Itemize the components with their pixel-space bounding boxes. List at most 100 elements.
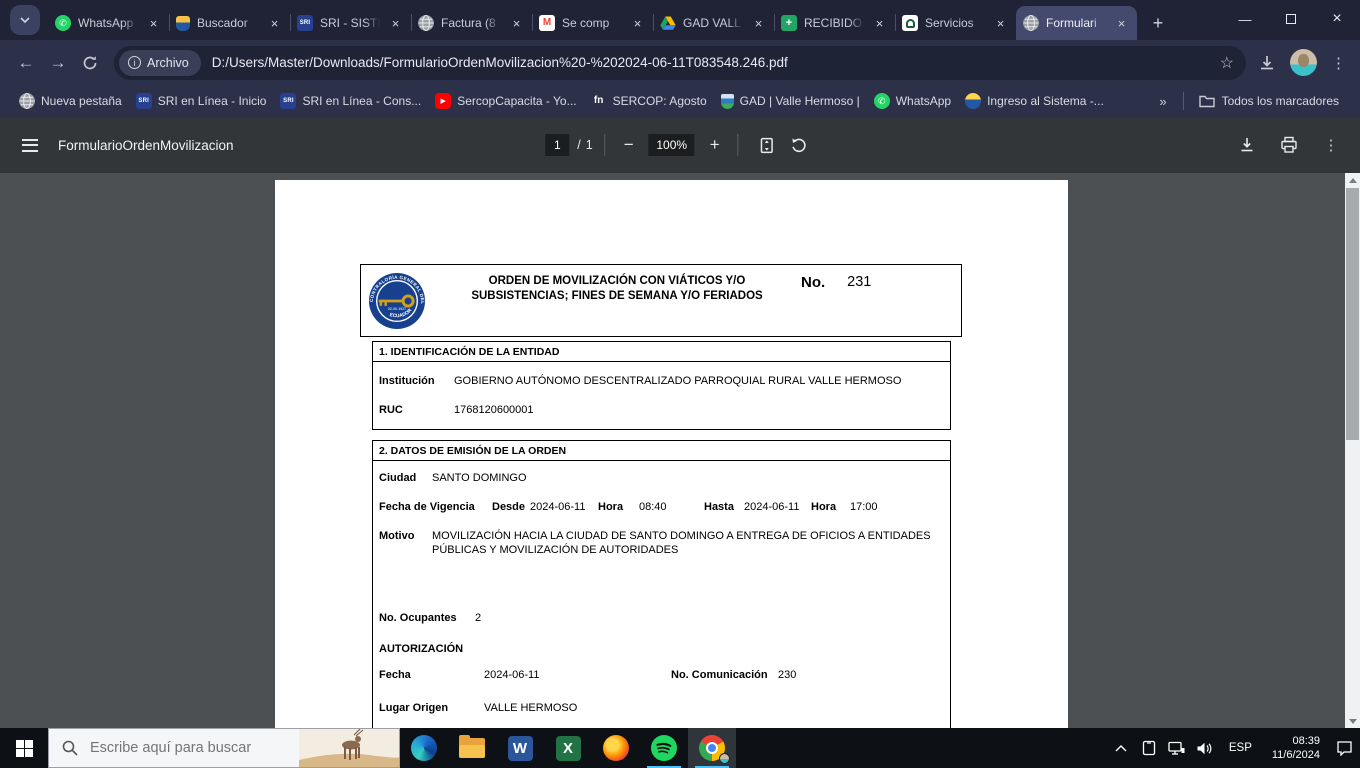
bookmark-sercop-agosto[interactable]: fn SERCOP: Agosto	[584, 90, 714, 112]
bookmark-gad-valle-hermoso[interactable]: GAD | Valle Hermoso |	[714, 91, 867, 112]
rotate-button[interactable]	[783, 137, 815, 154]
pdf-more-options-icon[interactable]: ⋮	[1314, 128, 1348, 162]
reload-button[interactable]	[74, 47, 106, 79]
taskbar-chrome-active[interactable]	[688, 728, 736, 768]
tab-label: SRI - SISTE	[320, 16, 380, 30]
pdf-menu-icon[interactable]	[22, 139, 38, 152]
taskbar-firefox[interactable]	[592, 728, 640, 768]
all-bookmarks-button[interactable]: Todos los marcadores	[1190, 91, 1348, 111]
tab-close-icon[interactable]: ×	[992, 15, 1009, 32]
action-center-button[interactable]	[1332, 728, 1356, 768]
tray-network-icon[interactable]	[1165, 728, 1189, 768]
tab-close-icon[interactable]: ×	[871, 15, 888, 32]
tab-close-icon[interactable]: ×	[387, 15, 404, 32]
bookmarks-overflow-chevron[interactable]: »	[1149, 94, 1176, 109]
gmail-icon: M	[539, 15, 555, 31]
clock[interactable]: 08:39 11/6/2024	[1264, 734, 1328, 762]
tab-close-icon[interactable]: ×	[1113, 15, 1130, 32]
tab-whatsapp[interactable]: ✆ WhatsApp ×	[48, 6, 169, 40]
taskbar-search[interactable]	[48, 728, 400, 768]
downloads-icon[interactable]	[1258, 54, 1276, 72]
bookmark-nueva-pestana[interactable]: Nueva pestaña	[12, 90, 129, 112]
windows-taskbar: W X ESP 08:39 11/6/2024	[0, 728, 1360, 768]
reload-icon	[82, 55, 98, 71]
clock-time: 08:39	[1272, 734, 1320, 748]
youtube-icon: ▶	[435, 93, 451, 109]
taskbar-excel[interactable]: X	[544, 728, 592, 768]
tab-servicios[interactable]: Servicios ×	[895, 6, 1016, 40]
tab-close-icon[interactable]: ×	[266, 15, 283, 32]
bookmark-sri-consultas[interactable]: SRI SRI en Línea - Cons...	[273, 90, 428, 112]
taskbar-spotify[interactable]	[640, 728, 688, 768]
tray-device-icon[interactable]	[1137, 728, 1161, 768]
forward-button[interactable]: →	[42, 47, 74, 79]
scroll-up-arrow[interactable]	[1345, 173, 1360, 187]
bookmarks-bar: Nueva pestaña SRI SRI en Línea - Inicio …	[0, 85, 1360, 117]
ruc-label: RUC	[379, 404, 403, 417]
file-scheme-chip[interactable]: i Archivo	[119, 50, 201, 76]
tab-close-icon[interactable]: ×	[629, 15, 646, 32]
tray-volume-icon[interactable]	[1193, 728, 1217, 768]
taskbar-word[interactable]: W	[496, 728, 544, 768]
tab-sri-sistema[interactable]: SRI SRI - SISTE ×	[290, 6, 411, 40]
tab-search-button[interactable]	[10, 5, 40, 35]
motivo-value: MOVILIZACIÓN HACIA LA CIUDAD DE SANTO DO…	[432, 530, 932, 558]
maximize-button[interactable]	[1268, 0, 1314, 38]
tab-recibido[interactable]: + RECIBIDO ×	[774, 6, 895, 40]
bookmark-sri-inicio[interactable]: SRI SRI en Línea - Inicio	[129, 90, 274, 112]
language-indicator[interactable]: ESP	[1221, 742, 1260, 754]
tab-close-icon[interactable]: ×	[750, 15, 767, 32]
ocupantes-label: No. Ocupantes	[379, 612, 457, 625]
vertical-scrollbar[interactable]	[1345, 173, 1360, 728]
tab-gad-drive[interactable]: GAD VALL ×	[653, 6, 774, 40]
hora-hasta-value: 17:00	[850, 501, 878, 514]
fecha-value: 2024-06-11	[484, 669, 539, 682]
doc-section-datos-emision: 2. DATOS DE EMISIÓN DE LA ORDEN Ciudad S…	[372, 440, 951, 728]
page-number-input[interactable]	[545, 134, 569, 156]
close-window-button[interactable]: ×	[1314, 0, 1360, 38]
institucion-value: GOBIERNO AUTÓNOMO DESCENTRALIZADO PARROQ…	[454, 375, 901, 388]
pdf-download-button[interactable]	[1230, 128, 1264, 162]
search-input[interactable]	[90, 740, 300, 756]
bookmark-whatsapp[interactable]: ✆ WhatsApp	[867, 90, 958, 112]
back-button[interactable]: ←	[10, 47, 42, 79]
word-icon: W	[508, 736, 533, 761]
pdf-toolbar: FormularioOrdenMovilizacion / 1 − 100% +…	[0, 117, 1360, 173]
start-button[interactable]	[0, 728, 48, 768]
scroll-down-arrow[interactable]	[1345, 714, 1360, 728]
gad-crest-icon	[721, 94, 734, 109]
browser-menu-icon[interactable]: ⋮	[1331, 54, 1346, 72]
tab-close-icon[interactable]: ×	[508, 15, 525, 32]
tab-close-icon[interactable]: ×	[145, 15, 162, 32]
taskbar-edge[interactable]	[400, 728, 448, 768]
scrollbar-thumb[interactable]	[1346, 188, 1359, 440]
zoom-out-button[interactable]: −	[618, 135, 640, 155]
bookmark-sercopcapacita[interactable]: ▶ SercopCapacita - Yo...	[428, 90, 583, 112]
comunicacion-value: 230	[778, 669, 796, 682]
tray-expand-chevron[interactable]	[1109, 728, 1133, 768]
tab-buscador[interactable]: Buscador ×	[169, 6, 290, 40]
lugar-origen-value: VALLE HERMOSO	[484, 702, 577, 715]
bookmark-star-icon[interactable]: ☆	[1220, 53, 1234, 73]
search-highlight-art[interactable]	[299, 729, 399, 767]
download-icon	[1238, 136, 1256, 154]
tab-factura[interactable]: Factura (8 ×	[411, 6, 532, 40]
pdf-page: CONTRALORÍA GENERAL DEL ESTADO 02-XII-19…	[275, 180, 1068, 728]
address-bar[interactable]: i Archivo D:/Users/Master/Downloads/Form…	[114, 46, 1246, 80]
lugar-origen-label: Lugar Origen	[379, 702, 448, 715]
minimize-button[interactable]: —	[1222, 0, 1268, 38]
sri-icon: SRI	[297, 15, 313, 31]
url-text: D:/Users/Master/Downloads/FormularioOrde…	[212, 55, 1212, 70]
tab-label: RECIBIDO	[804, 16, 864, 30]
bookmark-ingreso-sistema[interactable]: Ingreso al Sistema -...	[958, 90, 1111, 112]
zoom-in-button[interactable]: +	[704, 135, 726, 155]
pdf-print-button[interactable]	[1272, 128, 1306, 162]
zoom-level[interactable]: 100%	[649, 134, 695, 156]
fit-to-page-button[interactable]	[751, 137, 783, 154]
autorizacion-heading: AUTORIZACIÓN	[379, 643, 463, 656]
new-tab-button[interactable]: +	[1143, 8, 1173, 38]
taskbar-file-explorer[interactable]	[448, 728, 496, 768]
tab-formulario-active[interactable]: Formulari ×	[1016, 6, 1137, 40]
tab-gmail[interactable]: M Se comp ×	[532, 6, 653, 40]
profile-avatar[interactable]	[1290, 49, 1317, 76]
